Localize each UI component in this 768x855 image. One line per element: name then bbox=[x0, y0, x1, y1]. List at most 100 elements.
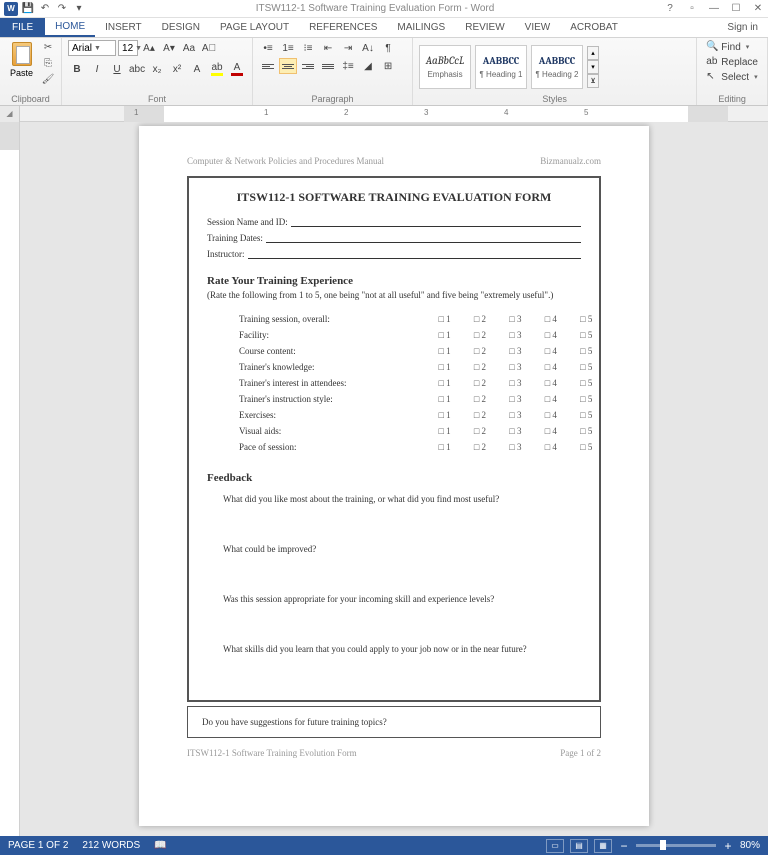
tab-review[interactable]: REVIEW bbox=[455, 18, 514, 37]
undo-icon[interactable]: ↶ bbox=[38, 2, 52, 16]
view-web-icon[interactable]: ▦ bbox=[594, 839, 612, 853]
zoom-slider[interactable] bbox=[636, 844, 716, 847]
shading-icon[interactable]: ◢ bbox=[359, 58, 377, 74]
rating-option: □ 2 bbox=[463, 376, 496, 390]
status-words[interactable]: 212 WORDS bbox=[82, 840, 140, 851]
clear-formatting-icon[interactable]: A⃠ bbox=[200, 40, 218, 56]
replace-button[interactable]: abReplace bbox=[703, 55, 761, 69]
align-center-icon[interactable] bbox=[279, 58, 297, 74]
font-group-label: Font bbox=[68, 93, 246, 105]
zoom-in-icon[interactable]: + bbox=[722, 839, 734, 853]
style-heading1[interactable]: AABBCC ¶ Heading 1 bbox=[475, 45, 527, 89]
styles-more-icon[interactable]: ⊻ bbox=[587, 74, 599, 88]
change-case-icon[interactable]: Aa bbox=[180, 40, 198, 56]
paste-button[interactable]: Paste bbox=[6, 40, 37, 80]
borders-icon[interactable]: ⊞ bbox=[379, 58, 397, 74]
page[interactable]: Computer & Network Policies and Procedur… bbox=[139, 126, 649, 826]
underline-button[interactable]: U bbox=[108, 61, 126, 77]
rating-item-label: Facility: bbox=[233, 328, 426, 342]
highlight-color-icon[interactable]: ab bbox=[208, 61, 226, 77]
group-paragraph: •≡ 1≡ ⁝≡ ⇤ ⇥ A↓ ¶ ‡≡ ◢ ⊞ Paragraph bbox=[253, 38, 413, 105]
rating-item-label: Trainer's knowledge: bbox=[233, 360, 426, 374]
decrease-indent-icon[interactable]: ⇤ bbox=[319, 40, 337, 56]
numbering-icon[interactable]: 1≡ bbox=[279, 40, 297, 56]
grow-font-icon[interactable]: A▴ bbox=[140, 40, 158, 56]
group-font: Arial▼ 12▼ A▴ A▾ Aa A⃠ B I U abc x₂ x² A… bbox=[62, 38, 253, 105]
rating-option: □ 5 bbox=[570, 328, 603, 342]
show-marks-icon[interactable]: ¶ bbox=[379, 40, 397, 56]
bullets-icon[interactable]: •≡ bbox=[259, 40, 277, 56]
increase-indent-icon[interactable]: ⇥ bbox=[339, 40, 357, 56]
paste-label: Paste bbox=[10, 68, 33, 78]
cut-icon[interactable]: ✂ bbox=[41, 40, 55, 54]
rating-option: □ 2 bbox=[463, 344, 496, 358]
group-styles: AaBbCcL Emphasis AABBCC ¶ Heading 1 AABB… bbox=[413, 38, 697, 105]
multilevel-list-icon[interactable]: ⁝≡ bbox=[299, 40, 317, 56]
superscript-button[interactable]: x² bbox=[168, 61, 186, 77]
tab-insert[interactable]: INSERT bbox=[95, 18, 152, 37]
help-icon[interactable]: ? bbox=[664, 3, 676, 15]
qat-customize-icon[interactable]: ▾ bbox=[72, 2, 86, 16]
tab-acrobat[interactable]: ACROBAT bbox=[560, 18, 628, 37]
select-button[interactable]: ↖Select▾ bbox=[703, 70, 761, 84]
line-spacing-icon[interactable]: ‡≡ bbox=[339, 58, 357, 74]
text-effects-icon[interactable]: A bbox=[188, 61, 206, 77]
word-app-icon: W bbox=[4, 2, 18, 16]
clipboard-group-label: Clipboard bbox=[6, 93, 55, 105]
view-print-icon[interactable]: ▤ bbox=[570, 839, 588, 853]
horizontal-ruler[interactable]: ◢ 1 1 2 3 4 5 bbox=[0, 106, 768, 122]
ruler-corner[interactable]: ◢ bbox=[0, 106, 20, 122]
tab-home[interactable]: HOME bbox=[45, 18, 95, 37]
rate-subtitle: (Rate the following from 1 to 5, one bei… bbox=[207, 290, 581, 300]
sign-in-link[interactable]: Sign in bbox=[727, 22, 768, 33]
file-tab[interactable]: FILE bbox=[0, 18, 45, 37]
tab-page-layout[interactable]: PAGE LAYOUT bbox=[210, 18, 299, 37]
tab-view[interactable]: VIEW bbox=[515, 18, 561, 37]
style-emphasis[interactable]: AaBbCcL Emphasis bbox=[419, 45, 471, 89]
bold-button[interactable]: B bbox=[68, 61, 86, 77]
style-heading2[interactable]: AABBCC ¶ Heading 2 bbox=[531, 45, 583, 89]
subscript-button[interactable]: x₂ bbox=[148, 61, 166, 77]
view-read-icon[interactable]: ▭ bbox=[546, 839, 564, 853]
save-icon[interactable]: 💾 bbox=[21, 2, 35, 16]
vertical-ruler[interactable] bbox=[0, 122, 20, 836]
maximize-icon[interactable]: ☐ bbox=[730, 3, 742, 15]
tab-design[interactable]: DESIGN bbox=[152, 18, 210, 37]
close-icon[interactable]: ✕ bbox=[752, 3, 764, 15]
copy-icon[interactable]: ⎘ bbox=[41, 56, 55, 70]
status-page[interactable]: PAGE 1 OF 2 bbox=[8, 840, 68, 851]
zoom-level[interactable]: 80% bbox=[740, 840, 760, 851]
format-painter-icon[interactable]: 🖌 bbox=[41, 72, 55, 86]
italic-button[interactable]: I bbox=[88, 61, 106, 77]
tab-mailings[interactable]: MAILINGS bbox=[387, 18, 455, 37]
rating-row: Trainer's knowledge:□ 1□ 2□ 3□ 4□ 5 bbox=[233, 360, 603, 374]
styles-up-icon[interactable]: ▴ bbox=[587, 46, 599, 60]
minimize-icon[interactable]: — bbox=[708, 3, 720, 15]
align-right-icon[interactable] bbox=[299, 58, 317, 74]
find-button[interactable]: 🔍Find▾ bbox=[703, 40, 761, 54]
rating-row: Facility:□ 1□ 2□ 3□ 4□ 5 bbox=[233, 328, 603, 342]
document-scroll[interactable]: Computer & Network Policies and Procedur… bbox=[20, 122, 768, 836]
justify-icon[interactable] bbox=[319, 58, 337, 74]
font-name-select[interactable]: Arial▼ bbox=[68, 40, 116, 56]
ribbon-options-icon[interactable]: ▫ bbox=[686, 3, 698, 15]
rating-option: □ 5 bbox=[570, 376, 603, 390]
rating-item-label: Exercises: bbox=[233, 408, 426, 422]
tab-references[interactable]: REFERENCES bbox=[299, 18, 387, 37]
font-color-icon[interactable]: A bbox=[228, 61, 246, 77]
font-size-select[interactable]: 12▼ bbox=[118, 40, 138, 56]
find-icon: 🔍 bbox=[706, 41, 718, 53]
align-left-icon[interactable] bbox=[259, 58, 277, 74]
zoom-out-icon[interactable]: − bbox=[618, 839, 630, 853]
shrink-font-icon[interactable]: A▾ bbox=[160, 40, 178, 56]
rating-option: □ 2 bbox=[463, 440, 496, 454]
spellcheck-icon[interactable]: 📖 bbox=[154, 840, 166, 851]
form-title: ITSW112-1 SOFTWARE TRAINING EVALUATION F… bbox=[207, 190, 581, 205]
styles-down-icon[interactable]: ▾ bbox=[587, 60, 599, 74]
rating-option: □ 4 bbox=[534, 328, 567, 342]
sort-icon[interactable]: A↓ bbox=[359, 40, 377, 56]
strikethrough-button[interactable]: abc bbox=[128, 61, 146, 77]
rating-option: □ 4 bbox=[534, 312, 567, 326]
redo-icon[interactable]: ↷ bbox=[55, 2, 69, 16]
rating-option: □ 4 bbox=[534, 376, 567, 390]
